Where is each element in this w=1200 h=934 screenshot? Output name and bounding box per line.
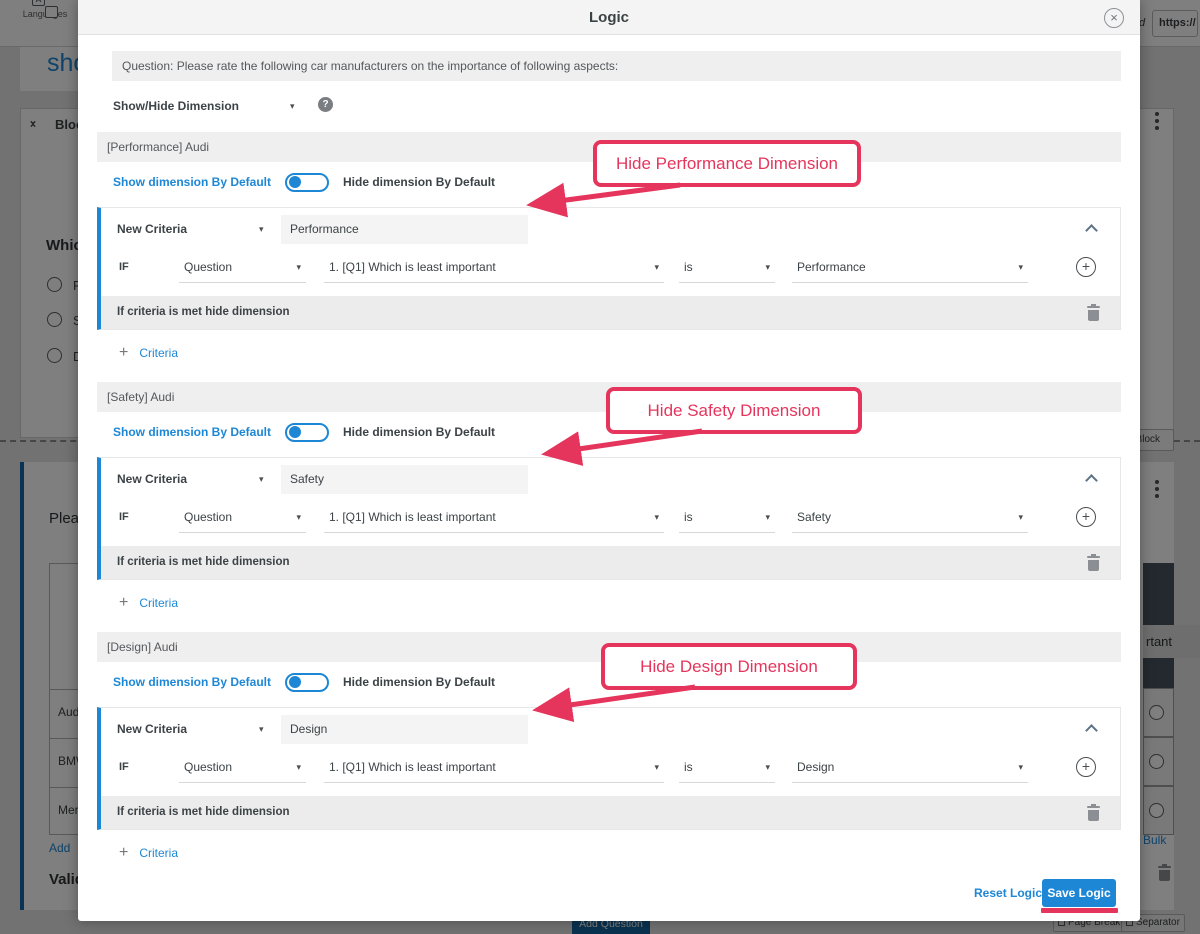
criteria-name-input[interactable]: Performance [281,215,528,244]
show-dimension-label: Show dimension By Default [113,675,271,689]
operator-dropdown[interactable]: is▾ [679,253,775,283]
chevron-up-icon[interactable] [1085,724,1098,737]
if-label: IF [119,761,129,773]
add-condition-button[interactable]: + [1076,507,1096,527]
help-icon[interactable]: ? [318,97,333,112]
value-dropdown[interactable]: Safety▾ [792,503,1028,533]
toggle-knob [289,426,301,438]
question-dropdown[interactable]: 1. [Q1] Which is least important▾ [324,253,664,283]
caret-down-icon: ▾ [296,762,301,773]
caret-down-icon: ▾ [1018,762,1023,773]
close-icon[interactable]: × [1104,8,1124,28]
caret-down-icon: ▾ [296,262,301,273]
logic-type-dropdown[interactable]: Show/Hide Dimension [113,99,239,113]
modal-header: Logic × [78,0,1140,35]
criteria-action-text: If criteria is met hide dimension [117,306,290,318]
chevron-up-icon[interactable] [1085,474,1098,487]
default-visibility-row: Show dimension By Default Hide dimension… [113,671,495,693]
criteria-action-bar: If criteria is met hide dimension [101,546,1120,579]
plus-icon: + [119,844,128,862]
plus-icon: + [119,344,128,362]
hide-dimension-label: Hide dimension By Default [343,175,495,189]
add-criteria-button[interactable]: + Criteria [119,594,178,612]
caret-down-icon: ▾ [1018,512,1023,523]
toggle-knob [289,676,301,688]
if-label: IF [119,511,129,523]
plus-icon: + [119,594,128,612]
caret-down-icon: ▾ [259,224,264,235]
subject-dropdown[interactable]: Question▾ [179,253,306,283]
chevron-up-icon[interactable] [1085,224,1098,237]
show-dimension-label: Show dimension By Default [113,425,271,439]
annotation-hide-performance: Hide Performance Dimension [593,140,861,187]
criteria-action-bar: If criteria is met hide dimension [101,796,1120,829]
criteria-type-dropdown[interactable]: New Criteria [117,472,187,486]
show-dimension-label: Show dimension By Default [113,175,271,189]
question-context-bar: Question: Please rate the following car … [112,51,1121,81]
logic-modal: Logic × Question: Please rate the follow… [78,0,1140,921]
caret-down-icon: ▾ [259,474,264,485]
caret-down-icon: ▾ [654,762,659,773]
caret-down-icon: ▾ [259,724,264,735]
trash-icon[interactable] [1087,804,1100,821]
caret-down-icon: ▾ [296,512,301,523]
value-dropdown[interactable]: Performance▾ [792,253,1028,283]
criteria-action-text: If criteria is met hide dimension [117,556,290,568]
value-dropdown[interactable]: Design▾ [792,753,1028,783]
caret-down-icon: ▾ [290,101,295,112]
annotation-hide-design: Hide Design Dimension [601,643,857,690]
criteria-card: New Criteria ▾ Safety IF Question▾ 1. [Q… [97,457,1121,580]
criteria-name-input[interactable]: Safety [281,465,528,494]
criteria-type-dropdown[interactable]: New Criteria [117,222,187,236]
reset-logic-button[interactable]: Reset Logic [974,886,1042,900]
criteria-type-dropdown[interactable]: New Criteria [117,722,187,736]
screen: A Languages d https:// sho ⌄⌃ Bloc Whic … [0,0,1200,934]
hide-dimension-label: Hide dimension By Default [343,675,495,689]
subject-dropdown[interactable]: Question▾ [179,753,306,783]
question-dropdown[interactable]: 1. [Q1] Which is least important▾ [324,503,664,533]
toggle-knob [289,176,301,188]
caret-down-icon: ▾ [765,262,770,273]
annotation-hide-safety: Hide Safety Dimension [606,387,862,434]
modal-title: Logic [78,0,1140,35]
annotation-save-underline [1041,908,1118,913]
subject-dropdown[interactable]: Question▾ [179,503,306,533]
caret-down-icon: ▾ [1018,262,1023,273]
criteria-card: New Criteria ▾ Performance IF Question▾ … [97,207,1121,330]
add-condition-button[interactable]: + [1076,757,1096,777]
default-visibility-row: Show dimension By Default Hide dimension… [113,421,495,443]
trash-icon[interactable] [1087,304,1100,321]
criteria-name-input[interactable]: Design [281,715,528,744]
caret-down-icon: ▾ [654,262,659,273]
question-dropdown[interactable]: 1. [Q1] Which is least important▾ [324,753,664,783]
caret-down-icon: ▾ [765,512,770,523]
criteria-action-text: If criteria is met hide dimension [117,806,290,818]
add-criteria-button[interactable]: + Criteria [119,344,178,362]
caret-down-icon: ▾ [765,762,770,773]
caret-down-icon: ▾ [654,512,659,523]
criteria-card: New Criteria ▾ Design IF Question▾ 1. [Q… [97,707,1121,830]
trash-icon[interactable] [1087,554,1100,571]
operator-dropdown[interactable]: is▾ [679,503,775,533]
criteria-action-bar: If criteria is met hide dimension [101,296,1120,329]
add-criteria-button[interactable]: + Criteria [119,844,178,862]
dimension-default-toggle[interactable] [285,173,329,192]
if-label: IF [119,261,129,273]
add-condition-button[interactable]: + [1076,257,1096,277]
dimension-default-toggle[interactable] [285,423,329,442]
save-logic-button[interactable]: Save Logic [1042,879,1116,907]
dimension-default-toggle[interactable] [285,673,329,692]
operator-dropdown[interactable]: is▾ [679,753,775,783]
default-visibility-row: Show dimension By Default Hide dimension… [113,171,495,193]
hide-dimension-label: Hide dimension By Default [343,425,495,439]
